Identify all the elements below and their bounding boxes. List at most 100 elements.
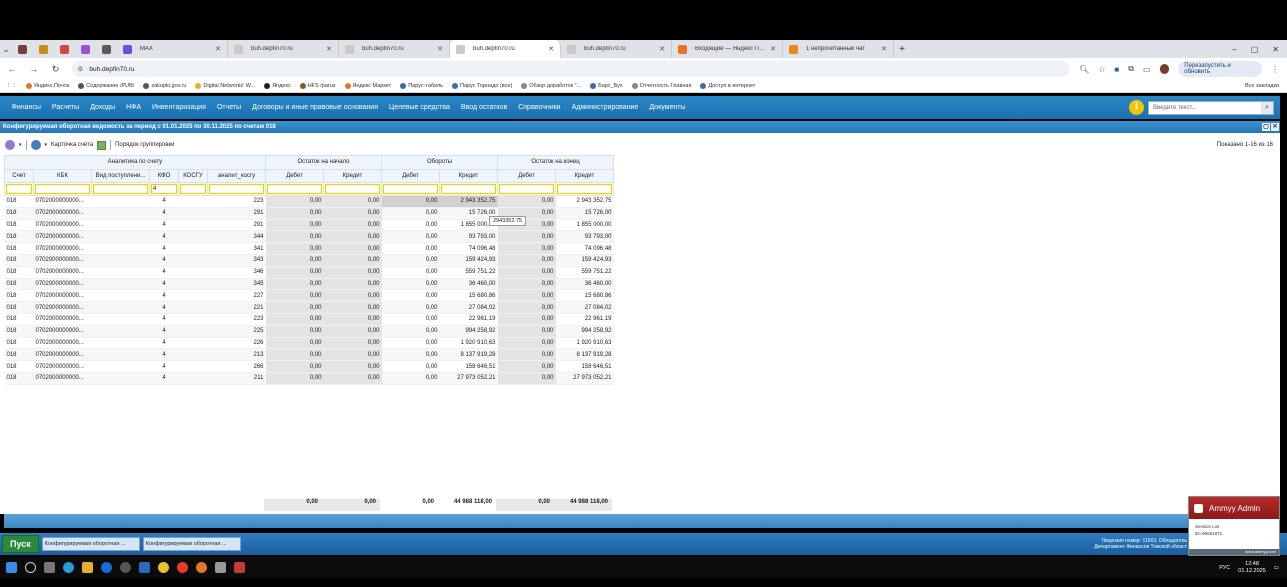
table-cell[interactable]: 0,00 [265,242,324,255]
table-cell[interactable]: 0,00 [381,325,440,338]
table-cell[interactable] [91,207,150,220]
table-cell[interactable]: 018 [4,337,34,350]
table-cell[interactable] [91,195,150,208]
table-cell[interactable]: 22 961,19 [555,313,614,326]
table-cell[interactable]: 0,00 [497,337,556,350]
maximize-icon[interactable]: ▢ [1251,45,1259,54]
browser-tab-6[interactable]: buh.depfin70.ru ✕ [228,40,339,58]
table-cell[interactable]: 266 [207,360,266,373]
tab-close-icon[interactable]: ✕ [881,45,887,53]
column-header-2[interactable]: Вид поступлени... [91,168,150,183]
table-row[interactable]: 018 0702000000000... 4 343 0,00 0,00 0,00 159 4… [4,254,614,267]
browser-tab-0[interactable] [12,40,33,58]
table-cell[interactable]: 994 258,92 [555,325,614,338]
table-cell[interactable]: 018 [4,278,34,291]
bookmark-6[interactable]: Яндекс Маркет [344,83,391,89]
table-cell[interactable] [178,325,208,338]
table-cell[interactable]: 0702000000000... [33,266,92,279]
task-view-icon[interactable] [44,562,55,573]
table-cell[interactable]: 0702000000000... [33,195,92,208]
table-cell[interactable]: 994 258,92 [439,325,498,338]
table-cell[interactable]: 343 [207,254,266,267]
filter-input-0[interactable] [6,184,32,194]
table-cell[interactable] [178,360,208,373]
table-row[interactable]: 018 0702000000000... 4 213 0,00 0,00 0,00 8 137… [4,348,614,362]
apps-icon[interactable]: ⋮⋮ [6,83,17,89]
table-cell[interactable]: 0,00 [381,372,440,385]
table-cell[interactable]: 0,00 [497,289,556,303]
table-cell[interactable]: 226 [207,337,266,350]
filter-input-7[interactable] [325,184,380,194]
table-cell[interactable]: 0,00 [497,195,556,208]
table-cell[interactable]: 158 646,51 [439,360,498,373]
table-cell[interactable]: 018 [4,325,34,338]
table-cell[interactable] [91,301,150,314]
avatar[interactable]: Е [1159,64,1170,74]
browser-tab-2[interactable] [54,40,75,58]
bookmark-3[interactable]: Digital Networks' W... [195,83,255,89]
table-cell[interactable]: 0,00 [497,348,556,362]
table-cell[interactable]: 0,00 [265,219,324,232]
tray-clock[interactable]: 12:48 01.12.2025 [1238,561,1266,575]
table-cell[interactable]: 0702000000000... [33,278,92,291]
bookmark-10[interactable]: Барс_Бух [590,83,623,89]
app-icon-1[interactable] [120,562,131,573]
table-cell[interactable]: 0,00 [381,337,440,350]
account-card-button[interactable]: Карточка счета [51,142,93,148]
browser-tab-8[interactable]: buh.depfin70.ru ✕ [450,40,561,58]
bookmark-12[interactable]: Доступ в интернет [700,83,755,89]
table-cell[interactable]: 341 [207,242,266,255]
table-cell[interactable] [91,360,150,373]
table-cell[interactable]: 0,00 [381,219,440,232]
menu-item-6[interactable]: Договоры и иные правовые основания [247,104,384,111]
grouping-order-button[interactable]: Порядок группировки [115,142,174,148]
filter-input-6[interactable] [267,184,322,194]
table-cell[interactable] [91,289,150,303]
column-header-5[interactable]: аналит_косгу [207,168,266,183]
windows-start-icon[interactable] [6,562,17,573]
column-header-7[interactable]: Кредит [323,168,382,183]
table-cell[interactable]: 0,00 [497,254,556,267]
table-cell[interactable]: 159 424,93 [439,254,498,267]
table-cell[interactable] [91,266,150,279]
menu-item-2[interactable]: Доходы [85,104,121,111]
filter-input-4[interactable] [180,184,206,194]
table-cell[interactable]: 0,00 [497,360,556,373]
url-input[interactable]: ⚙ buh.depfin70.ru [71,61,1070,77]
table-cell[interactable]: 0,00 [265,289,324,303]
menu-item-10[interactable]: Администрирование [566,104,644,111]
table-cell[interactable] [178,348,208,362]
table-cell[interactable]: 018 [4,219,34,232]
table-cell[interactable]: 0,00 [381,360,440,373]
table-cell[interactable]: 0,00 [497,325,556,338]
menu-item-8[interactable]: Ввод остатков [455,104,512,111]
table-cell[interactable] [178,337,208,350]
column-header-9[interactable]: Кредит [439,168,498,183]
table-cell[interactable] [91,254,150,267]
table-cell[interactable]: 0,00 [381,195,440,208]
table-cell[interactable]: 0,00 [323,219,382,232]
table-cell[interactable]: 1 920 910,63 [439,337,498,350]
table-cell[interactable]: 36 460,00 [439,278,498,291]
start-button[interactable]: Пуск [2,535,39,553]
table-cell[interactable]: 0702000000000... [33,348,92,362]
table-cell[interactable]: 221 [207,301,266,314]
table-cell[interactable] [91,337,150,350]
table-cell[interactable]: 0,00 [381,348,440,362]
filter-input-1[interactable] [35,184,90,194]
table-cell[interactable] [91,313,150,326]
close-icon[interactable]: ✕ [1271,123,1279,131]
info-icon[interactable]: i [1129,100,1144,115]
chrome-icon[interactable] [158,562,169,573]
ammyy-footer[interactable]: www.ammyy.com [1189,549,1279,555]
table-row[interactable]: 018 0702000000000... 4 345 0,00 0,00 0,00 36 46… [4,278,614,291]
table-cell[interactable]: 0,00 [265,230,324,244]
column-header-8[interactable]: Дебет [381,168,440,183]
table-cell[interactable] [91,372,150,385]
table-cell[interactable]: 0702000000000... [33,230,92,244]
column-header-0[interactable]: Счет [4,168,34,183]
table-cell[interactable]: 227 [207,289,266,303]
table-cell[interactable]: 4 [149,289,179,303]
table-cell[interactable]: 74 096,48 [439,242,498,255]
table-cell[interactable] [91,348,150,362]
